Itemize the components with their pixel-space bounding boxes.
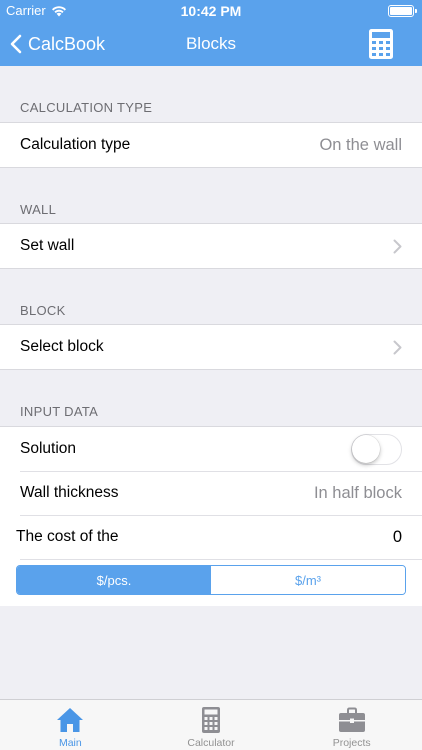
calculation-type-label: Calculation type xyxy=(20,136,131,153)
select-block-label: Select block xyxy=(20,338,104,355)
set-wall-label: Set wall xyxy=(20,237,75,254)
chevron-right-icon xyxy=(393,340,402,354)
page-title: Blocks xyxy=(185,34,237,53)
cost-row: The cost of the 0 xyxy=(0,515,422,559)
cost-label: The cost of the xyxy=(16,528,119,545)
section-header-wall: WALL xyxy=(20,202,57,217)
status-bar: Carrier 10:42 PM xyxy=(0,0,422,22)
unit-segmented-control[interactable]: $/pcs. $/m³ xyxy=(16,565,406,595)
select-block-row[interactable]: Select block xyxy=(0,325,422,369)
tab-main-label: Main xyxy=(58,737,82,749)
calculation-type-row[interactable]: Calculation type On the wall xyxy=(0,123,422,167)
solution-row: Solution xyxy=(0,427,422,471)
solution-toggle[interactable] xyxy=(351,433,402,465)
calculator-icon xyxy=(202,707,220,733)
section-header-calculation-type: CALCULATION TYPE xyxy=(20,100,153,115)
unit-option-per-piece[interactable]: $/pcs. xyxy=(17,566,211,594)
wall-thickness-value: In half block xyxy=(313,483,402,502)
briefcase-icon xyxy=(338,707,365,732)
toggle-knob xyxy=(352,434,380,463)
wall-thickness-row[interactable]: Wall thickness In half block xyxy=(0,471,422,515)
section-header-block: BLOCK xyxy=(20,303,66,318)
tab-projects-label: Projects xyxy=(332,737,371,749)
section-header-input-data: INPUT DATA xyxy=(20,404,99,419)
cost-input[interactable]: 0 xyxy=(393,528,402,547)
calculator-icon xyxy=(369,29,393,59)
battery-icon xyxy=(388,5,417,17)
tab-bar: Main Calculator Projects xyxy=(0,699,422,750)
tab-calculator[interactable]: Calculator xyxy=(141,700,282,750)
tab-projects[interactable]: Projects xyxy=(281,700,422,750)
wall-group: Set wall xyxy=(0,223,422,269)
chevron-right-icon xyxy=(393,239,402,253)
calculation-type-group: Calculation type On the wall xyxy=(0,122,422,168)
set-wall-row[interactable]: Set wall xyxy=(0,224,422,268)
calculator-button[interactable] xyxy=(368,28,394,60)
clock: 10:42 PM xyxy=(180,3,242,19)
home-icon xyxy=(57,708,84,732)
tab-main[interactable]: Main xyxy=(0,700,141,750)
wall-thickness-label: Wall thickness xyxy=(20,484,119,501)
unit-option-per-cubic-meter[interactable]: $/m³ xyxy=(211,566,405,594)
tab-calculator-label: Calculator xyxy=(187,737,235,749)
calculation-type-value: On the wall xyxy=(319,135,402,154)
solution-label: Solution xyxy=(20,440,77,457)
navigation-bar: CalcBook Blocks xyxy=(0,22,422,66)
block-group: Select block xyxy=(0,324,422,370)
